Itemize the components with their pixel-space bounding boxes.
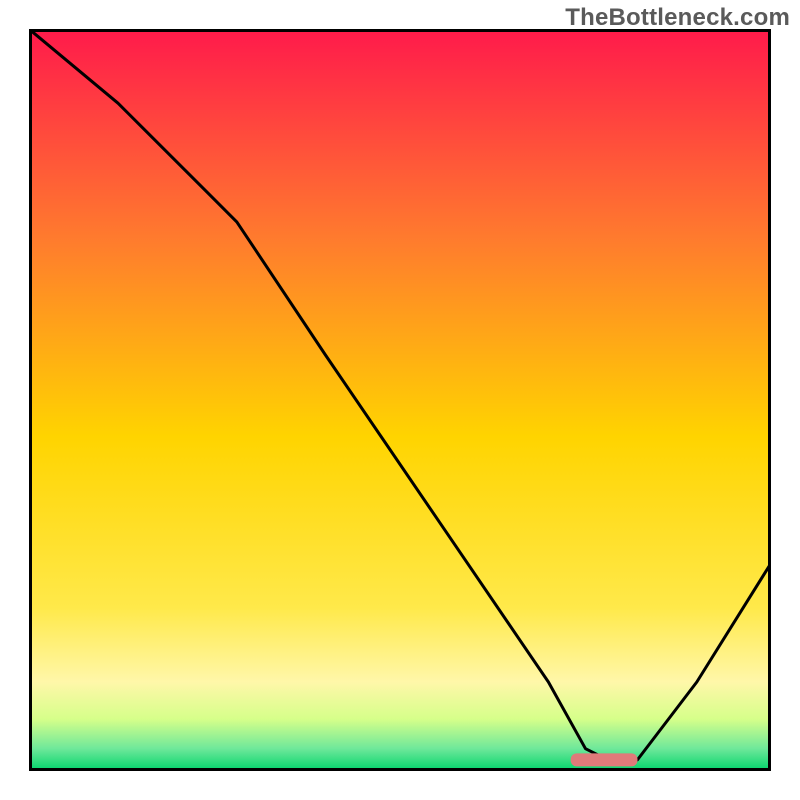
plot-area: [29, 29, 771, 771]
chart-container: TheBottleneck.com: [0, 0, 800, 800]
watermark-text: TheBottleneck.com: [565, 4, 790, 32]
optimal-marker: [571, 753, 638, 766]
chart-svg: [29, 29, 771, 771]
gradient-background: [29, 29, 771, 771]
